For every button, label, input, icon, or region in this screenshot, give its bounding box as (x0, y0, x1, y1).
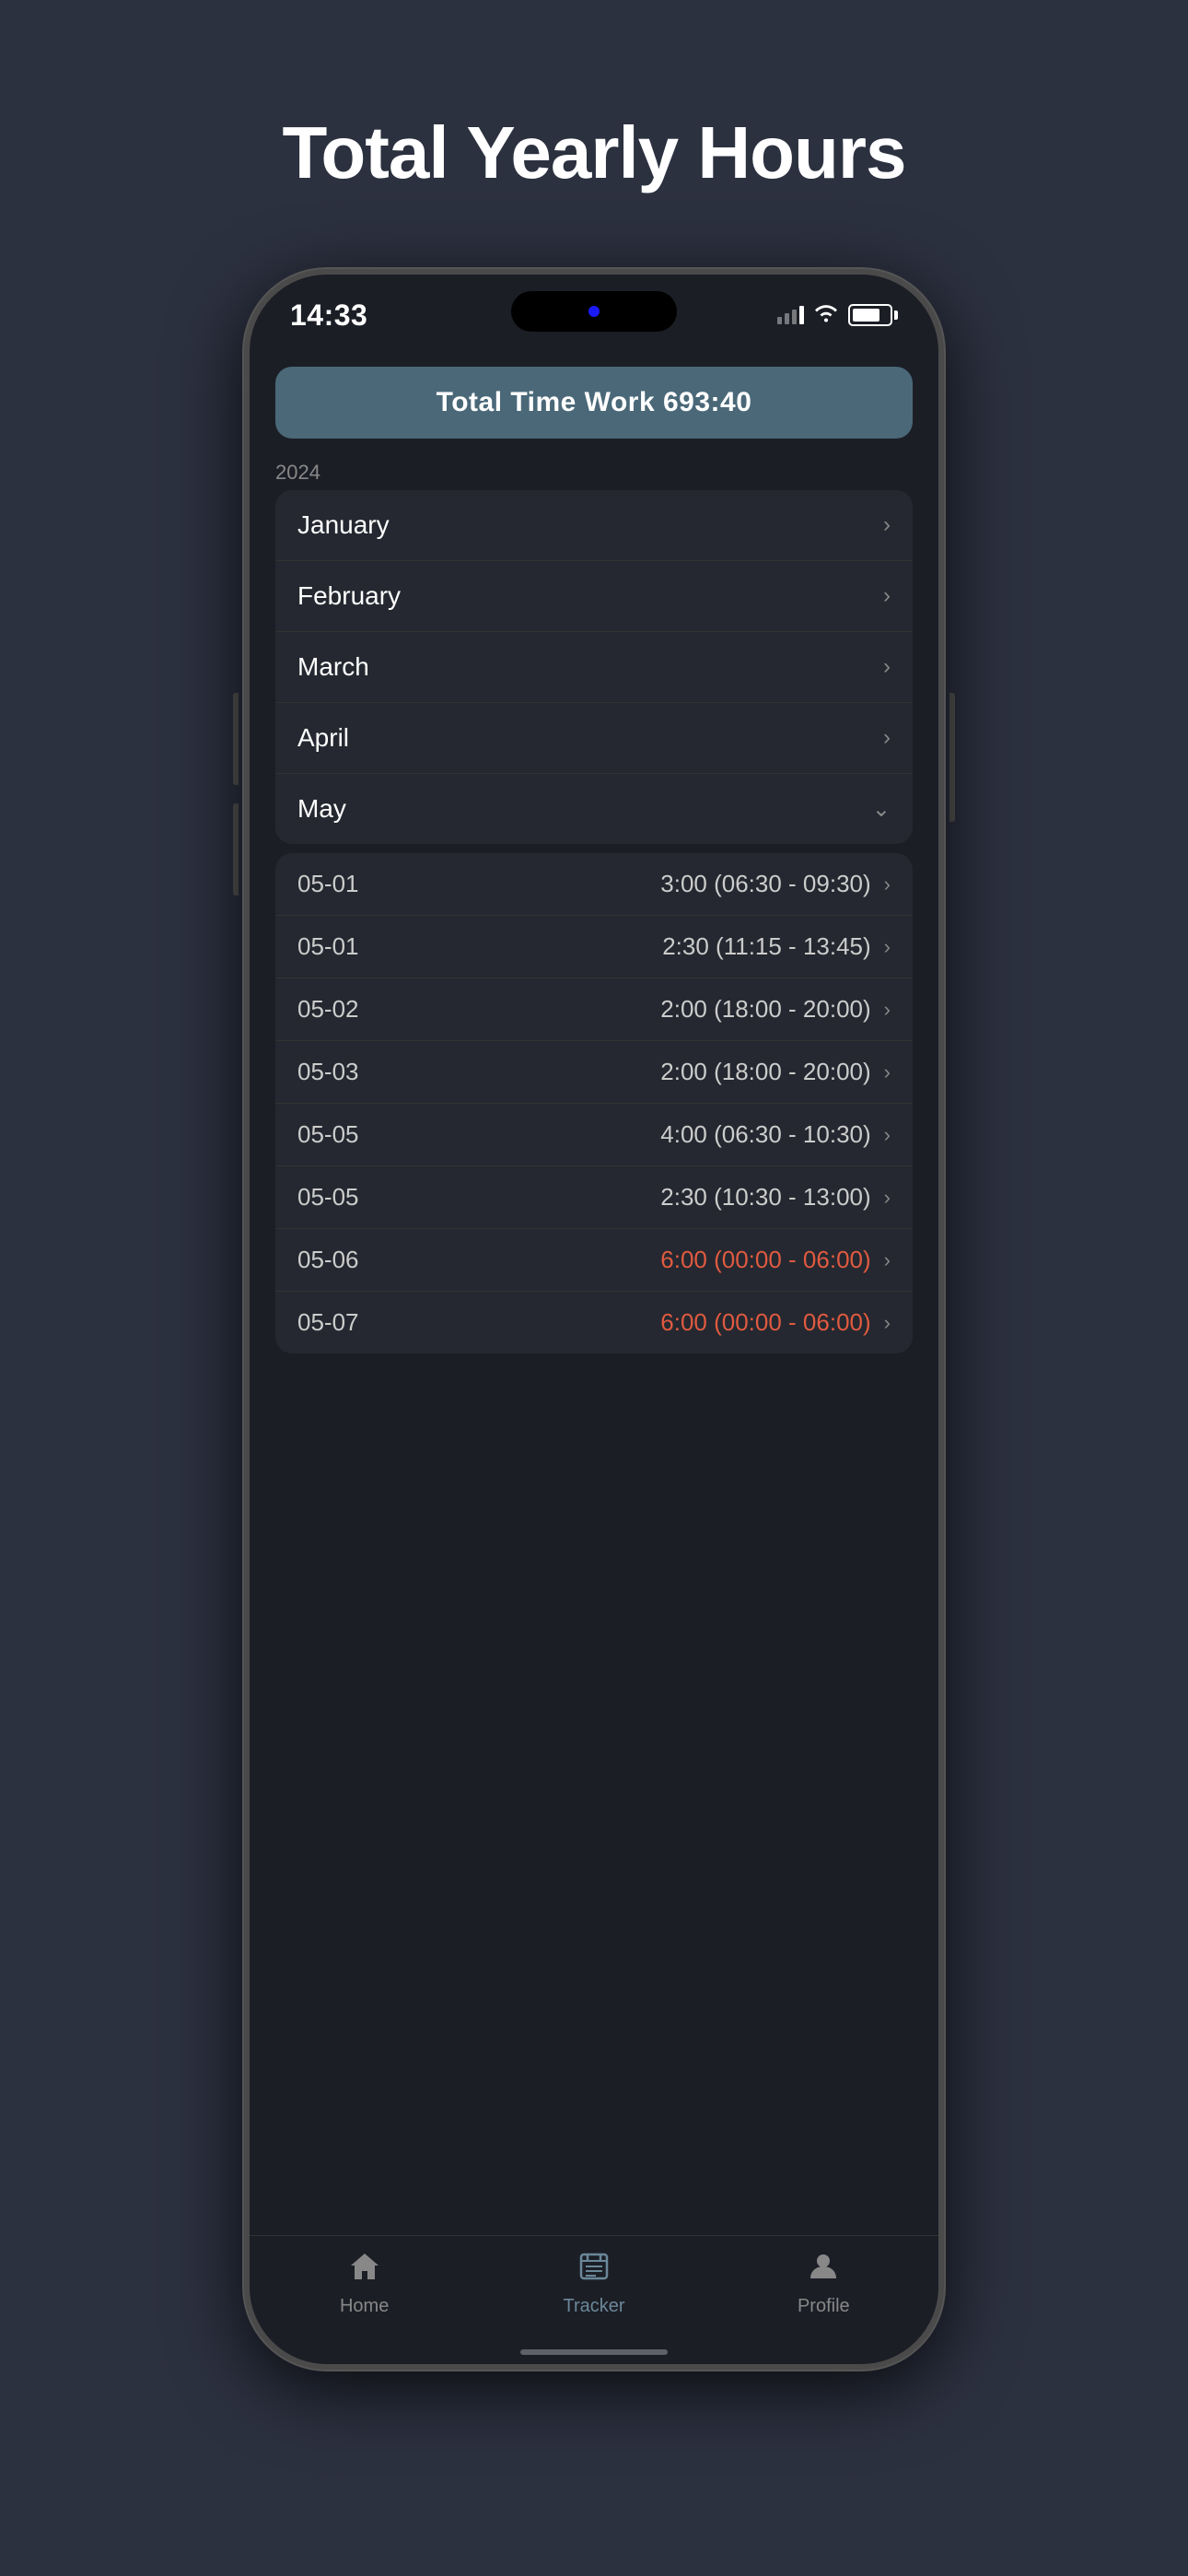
entry-time-highlight: 6:00 (00:00 - 06:00) (390, 1308, 884, 1337)
chevron-right-icon: › (884, 1311, 891, 1335)
chevron-right-icon: › (883, 725, 891, 751)
profile-icon (808, 2251, 839, 2290)
entry-time: 3:00 (06:30 - 09:30) (390, 870, 884, 898)
entries-container: 05-01 3:00 (06:30 - 09:30) › 05-01 2:30 … (275, 853, 913, 1353)
entry-date: 05-05 (297, 1120, 390, 1149)
phone-screen: 14:33 (250, 275, 938, 2364)
dynamic-island-dot (588, 306, 600, 317)
signal-icon (777, 306, 804, 324)
entry-row-0505-2[interactable]: 05-05 2:30 (10:30 - 13:00) › (275, 1166, 913, 1229)
month-row-may[interactable]: May ⌄ (275, 774, 913, 844)
home-indicator (520, 2349, 668, 2355)
chevron-right-icon: › (884, 872, 891, 896)
entry-time: 2:00 (18:00 - 20:00) (390, 1058, 884, 1086)
chevron-right-icon: › (883, 583, 891, 609)
entry-time: 4:00 (06:30 - 10:30) (390, 1120, 884, 1149)
volume-up-button (233, 693, 239, 785)
entry-row-0507[interactable]: 05-07 6:00 (00:00 - 06:00) › (275, 1292, 913, 1353)
tab-home[interactable]: Home (250, 2251, 479, 2317)
month-name-march: March (297, 652, 369, 682)
phone-frame: 14:33 (244, 269, 944, 2370)
entry-date: 05-01 (297, 870, 390, 898)
status-time: 14:33 (290, 299, 367, 333)
tab-bar: Home Tracker (250, 2235, 938, 2364)
total-banner-text: Total Time Work 693:40 (437, 387, 752, 417)
entry-date: 05-06 (297, 1246, 390, 1274)
chevron-right-icon: › (884, 1248, 891, 1272)
month-name-february: February (297, 581, 401, 611)
entry-time: 2:30 (10:30 - 13:00) (390, 1183, 884, 1212)
tracker-icon (577, 2251, 611, 2290)
entry-row-0505-1[interactable]: 05-05 4:00 (06:30 - 10:30) › (275, 1104, 913, 1166)
month-name-may: May (297, 794, 346, 824)
entry-row-0501-2[interactable]: 05-01 2:30 (11:15 - 13:45) › (275, 916, 913, 978)
entry-time: 2:00 (18:00 - 20:00) (390, 995, 884, 1024)
tab-home-label: Home (340, 2296, 389, 2317)
entry-time-highlight: 6:00 (00:00 - 06:00) (390, 1246, 884, 1274)
power-button (949, 693, 955, 822)
month-name-january: January (297, 510, 390, 540)
month-name-april: April (297, 723, 349, 753)
page-title: Total Yearly Hours (282, 111, 905, 195)
chevron-right-icon: › (884, 935, 891, 959)
entry-row-0501-1[interactable]: 05-01 3:00 (06:30 - 09:30) › (275, 853, 913, 916)
tab-profile-label: Profile (798, 2296, 850, 2317)
month-row-february[interactable]: February › (275, 561, 913, 632)
chevron-right-icon: › (883, 654, 891, 680)
tab-tracker[interactable]: Tracker (479, 2251, 708, 2317)
chevron-right-icon: › (884, 1123, 891, 1147)
entry-date: 05-05 (297, 1183, 390, 1212)
month-row-april[interactable]: April › (275, 703, 913, 774)
battery-icon (848, 304, 898, 326)
content-area: Total Time Work 693:40 2024 January › Fe… (250, 348, 938, 2235)
status-bar: 14:33 (250, 275, 938, 348)
chevron-right-icon: › (883, 512, 891, 538)
entry-date: 05-02 (297, 995, 390, 1024)
tab-profile[interactable]: Profile (709, 2251, 938, 2317)
chevron-right-icon: › (884, 1060, 891, 1084)
dynamic-island (511, 291, 677, 332)
year-label: 2024 (250, 453, 938, 490)
chevron-right-icon: › (884, 998, 891, 1022)
chevron-right-icon: › (884, 1186, 891, 1210)
status-icons (777, 302, 898, 329)
entry-row-0506[interactable]: 05-06 6:00 (00:00 - 06:00) › (275, 1229, 913, 1292)
month-row-march[interactable]: March › (275, 632, 913, 703)
phone-device: 14:33 (244, 269, 944, 2370)
total-banner: Total Time Work 693:40 (275, 367, 913, 439)
home-icon (348, 2251, 381, 2290)
volume-down-button (233, 803, 239, 896)
chevron-down-icon: ⌄ (872, 796, 891, 823)
entry-row-0503[interactable]: 05-03 2:00 (18:00 - 20:00) › (275, 1041, 913, 1104)
months-container: January › February › March › April › (275, 490, 913, 844)
entry-row-0502[interactable]: 05-02 2:00 (18:00 - 20:00) › (275, 978, 913, 1041)
entry-date: 05-01 (297, 932, 390, 961)
tab-tracker-label: Tracker (563, 2296, 624, 2317)
wifi-icon (813, 302, 839, 329)
entry-date: 05-07 (297, 1308, 390, 1337)
month-row-january[interactable]: January › (275, 490, 913, 561)
entry-date: 05-03 (297, 1058, 390, 1086)
entry-time: 2:30 (11:15 - 13:45) (390, 932, 884, 961)
